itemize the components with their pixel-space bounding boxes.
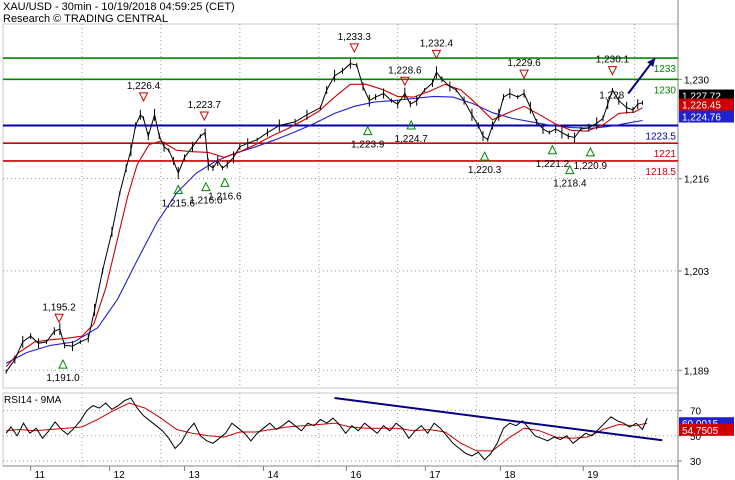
rsi-ma-value-tag: 54.7505 (682, 426, 719, 437)
swing-low-label: 1,191.0 (46, 373, 80, 384)
rsi-tick-label: 30 (690, 457, 702, 468)
swing-low-marker (585, 146, 596, 157)
swing-high-marker (519, 69, 529, 80)
x-tick-label: 17 (429, 470, 441, 480)
x-tick-label: 12 (114, 470, 126, 480)
swing-high-marker (349, 43, 360, 54)
swing-low-marker (201, 181, 211, 192)
swing-high-label: 1,233.3 (338, 32, 372, 43)
level-label-support: 1218.5 (645, 167, 676, 178)
swing-high-marker (431, 49, 442, 60)
x-tick-label: 13 (189, 470, 201, 480)
swing-low-marker (220, 177, 230, 187)
swing-low-label: 1,220.3 (468, 165, 502, 176)
rsi-line (5, 397, 648, 461)
ma-slow-tag: 1,224.76 (682, 113, 721, 124)
price-line (5, 63, 643, 372)
swing-high-label: 1,223.7 (188, 100, 222, 111)
x-tick-label: 14 (268, 470, 280, 480)
swing-high-label: 1,232.4 (420, 38, 454, 49)
ma-fast-tag: 1,226.45 (682, 101, 721, 112)
swing-low-label: 1,223.9 (351, 140, 385, 151)
swing-high-marker (54, 313, 64, 324)
swing-low-marker (58, 358, 68, 369)
swing-low-marker (362, 125, 373, 136)
level-label-resistance: 1230 (654, 85, 677, 96)
swing-high-label: 1,226.4 (127, 81, 161, 92)
y-tick-label: 1,203 (684, 267, 709, 278)
y-tick-label: 1,216 (684, 175, 709, 186)
swing-high-label: 1,229.6 (507, 58, 541, 69)
level-label-pivot: 1223.5 (645, 131, 676, 142)
rsi-tick-label: 70 (690, 407, 702, 418)
y-tick-label: 1,230 (684, 75, 709, 86)
swing-high-marker (607, 66, 618, 76)
x-tick-label: 16 (350, 470, 362, 480)
swing-low-label: 1,220.9 (574, 161, 608, 172)
rsi-trendline (334, 397, 663, 442)
ma-slow-line (5, 95, 643, 364)
swing-high-label: 1,230.1 (596, 55, 630, 66)
swing-high-label: 1,195.2 (42, 302, 76, 313)
rsi-title: RSI14 - 9MA (4, 395, 62, 406)
swing-high-marker (400, 76, 410, 87)
swing-high-label: 1,228.6 (388, 65, 422, 76)
swing-low-label: 1,216.6 (208, 191, 242, 202)
swing-high-marker (138, 92, 149, 103)
swing-high-marker (199, 111, 210, 122)
y-tick-label: 1,189 (684, 366, 709, 377)
price-chart-svg: 1,2301,2161,2031,189123312301223.5122112… (2, 0, 734, 480)
projection-label: 1,228 (599, 91, 624, 102)
swing-low-marker (173, 184, 184, 195)
swing-low-label: 1,224.7 (394, 134, 428, 145)
x-tick-label: 19 (587, 470, 599, 480)
ma-fast-line (5, 83, 643, 368)
swing-low-label: 1,218.4 (553, 179, 587, 190)
chart-root: XAU/USD - 30min - 10/19/2018 04:59:25 (C… (0, 0, 735, 480)
level-label-support: 1221 (654, 149, 677, 160)
swing-low-label: 1,221.2 (536, 159, 570, 170)
level-label-resistance: 1233 (654, 64, 677, 75)
x-tick-label: 11 (35, 470, 46, 480)
x-tick-label: 18 (504, 470, 516, 480)
swing-low-marker (479, 151, 490, 161)
